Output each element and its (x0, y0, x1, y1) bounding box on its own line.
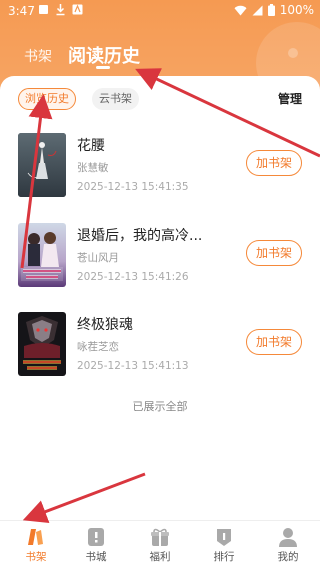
nav-label: 排行 (213, 551, 235, 563)
book-title[interactable]: 终极狼魂 (77, 314, 133, 334)
book-cover-art (18, 223, 66, 287)
nav-welfare[interactable]: 福利 (140, 527, 180, 564)
notification-icon (39, 5, 48, 14)
status-time: 3:47 (8, 4, 35, 18)
book-cover-art (18, 312, 66, 376)
nav-label: 我的 (277, 551, 299, 563)
list-end-text: 已展示全部 (132, 400, 188, 413)
main-content: 浏览历史 云书架 管理 花腰 张慧敏 2025-12-13 15:41:35 加… (0, 76, 320, 520)
bottom-nav: 书架 书城 福利 排行 我的 (0, 520, 320, 568)
tab-bookshelf[interactable]: 书架 (24, 46, 52, 66)
book-cover[interactable] (18, 312, 66, 376)
signal-icon (252, 5, 263, 15)
read-time: 2025-12-13 15:41:26 (77, 271, 189, 283)
nav-label: 福利 (149, 551, 171, 563)
gift-icon (151, 528, 169, 546)
read-time: 2025-12-13 15:41:13 (77, 360, 189, 372)
battery-icon (267, 4, 275, 16)
filter-row: 浏览历史 云书架 管理 (0, 88, 320, 112)
nav-label: 书架 (25, 551, 47, 563)
tab-indicator (96, 66, 110, 69)
nav-bookshelf[interactable]: 书架 (16, 527, 56, 564)
download-icon (56, 4, 65, 16)
book-author: 张慧敏 (77, 162, 109, 174)
list-item[interactable]: 退婚后，我的高冷... 苍山风月 2025-12-13 15:41:26 加书架 (0, 223, 320, 295)
book-title[interactable]: 花腰 (77, 135, 105, 155)
chip-cloud-shelf[interactable]: 云书架 (92, 88, 139, 110)
bookstore-icon (88, 528, 104, 546)
status-notification-icons (38, 3, 83, 16)
top-tabs: 书架 阅读历史 (0, 40, 320, 72)
status-bar: 3:47 100% (0, 0, 320, 22)
book-cover[interactable] (18, 133, 66, 197)
book-author: 苍山风月 (77, 252, 119, 264)
add-to-shelf-button[interactable]: 加书架 (246, 240, 302, 266)
font-icon (72, 4, 83, 15)
chip-browse-history[interactable]: 浏览历史 (18, 88, 76, 110)
nav-label: 书城 (85, 551, 107, 563)
nav-bookstore[interactable]: 书城 (76, 527, 116, 564)
wifi-icon (234, 5, 247, 15)
add-to-shelf-button[interactable]: 加书架 (246, 150, 302, 176)
book-cover-art (18, 133, 66, 197)
book-author: 咏茬芝恋 (77, 341, 119, 353)
book-cover[interactable] (18, 223, 66, 287)
battery-percent: 100% (279, 3, 314, 17)
list-item[interactable]: 终极狼魂 咏茬芝恋 2025-12-13 15:41:13 加书架 (0, 312, 320, 384)
add-to-shelf-button[interactable]: 加书架 (246, 329, 302, 355)
nav-profile[interactable]: 我的 (268, 527, 308, 564)
status-right: 100% (234, 3, 314, 17)
nav-ranking[interactable]: 排行 (204, 527, 244, 564)
read-time: 2025-12-13 15:41:35 (77, 181, 189, 193)
profile-icon (279, 528, 297, 547)
tab-reading-history[interactable]: 阅读历史 (68, 42, 140, 68)
book-title[interactable]: 退婚后，我的高冷... (77, 225, 202, 245)
ranking-icon (217, 529, 231, 546)
manage-button[interactable]: 管理 (278, 90, 302, 107)
bookshelf-icon (28, 529, 43, 545)
list-item[interactable]: 花腰 张慧敏 2025-12-13 15:41:35 加书架 (0, 133, 320, 205)
